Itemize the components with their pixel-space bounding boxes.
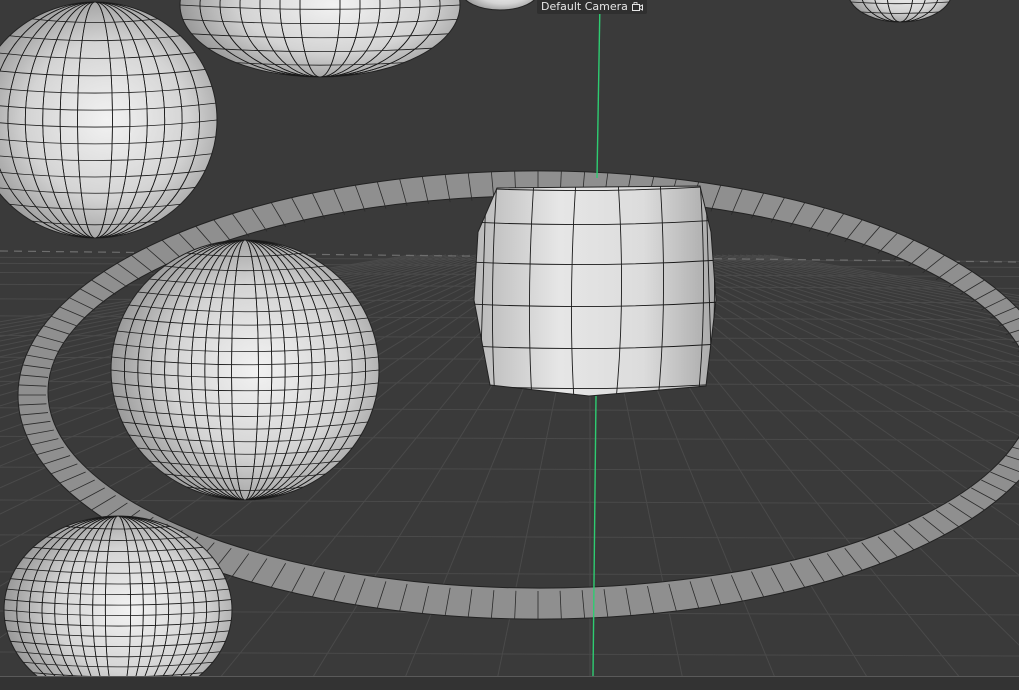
3d-viewport[interactable]: Default Camera: [0, 0, 1019, 690]
camera-label[interactable]: Default Camera: [537, 0, 647, 14]
viewport-bottom-bar: [0, 676, 1019, 690]
scene-canvas[interactable]: [0, 0, 1019, 690]
camera-icon[interactable]: [631, 2, 643, 12]
camera-label-text: Default Camera: [541, 0, 628, 13]
sphere-middle-left: [110, 239, 380, 501]
rounded-cube-object: [473, 185, 717, 397]
